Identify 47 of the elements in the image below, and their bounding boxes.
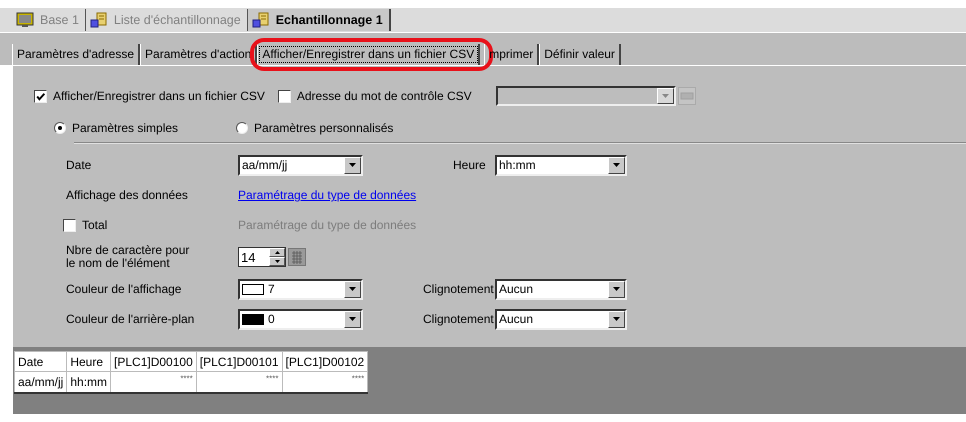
- checkbox-label: Adresse du mot de contrôle CSV: [296, 89, 472, 103]
- number-spinner[interactable]: 14: [238, 247, 286, 267]
- column-header: Date: [14, 352, 67, 372]
- data-type-link[interactable]: Paramétrage du type de données: [238, 188, 423, 202]
- caret-icon: [613, 287, 620, 291]
- caret-icon: [613, 317, 620, 321]
- blink-dropdown[interactable]: Aucun: [495, 278, 627, 300]
- field-label: Nbre de caractère pour le nom de l'élément: [66, 244, 190, 270]
- checkbox[interactable]: [34, 90, 47, 102]
- radio-button[interactable]: [54, 122, 66, 134]
- down-arrow-icon[interactable]: [274, 260, 280, 263]
- caret-icon: [349, 287, 356, 291]
- field-label: Affichage des données: [66, 188, 189, 202]
- checkbox[interactable]: [278, 90, 291, 102]
- column-header: [PLC1]D00102: [282, 352, 368, 372]
- up-arrow-icon[interactable]: [274, 251, 280, 254]
- checkbox-label: Total: [82, 218, 108, 232]
- table-cell: aa/mm/jj: [14, 372, 67, 393]
- time-format-dropdown[interactable]: hh:mm: [495, 154, 627, 176]
- checkbox-label: Afficher/Enregistrer dans un fichier CSV: [53, 89, 265, 103]
- radio-label: Paramètres personnalisés: [254, 121, 394, 135]
- field-label: Couleur de l'affichage: [66, 282, 182, 296]
- column-header: [PLC1]D00101: [196, 352, 282, 372]
- document-chart-icon: [252, 12, 270, 28]
- caret-icon: [613, 163, 620, 167]
- field-label: Couleur de l'arrière-plan: [66, 312, 196, 326]
- caret-icon: [662, 94, 669, 98]
- column-header: Heure: [66, 352, 111, 372]
- field-label: Date: [66, 158, 92, 172]
- caret-icon: [349, 317, 356, 321]
- field-label: Clignotement: [423, 282, 495, 296]
- radio-label: Paramètres simples: [72, 121, 178, 135]
- keypad-icon[interactable]: [288, 248, 306, 266]
- column-header: [PLC1]D00100: [110, 352, 196, 372]
- checkbox[interactable]: [63, 218, 76, 232]
- radio-button[interactable]: [236, 122, 248, 134]
- document-tab[interactable]: Echantillonnage 1: [248, 9, 391, 31]
- date-format-dropdown[interactable]: aa/mm/jj: [238, 154, 363, 176]
- caret-icon: [349, 163, 356, 167]
- field-label: Heure: [452, 158, 487, 172]
- color-dropdown[interactable]: 7: [238, 278, 363, 300]
- document-chart-icon: [90, 12, 108, 28]
- blink-dropdown[interactable]: Aucun: [495, 308, 627, 330]
- field-label: Clignotement: [423, 312, 495, 326]
- color-dropdown[interactable]: 0: [238, 308, 363, 330]
- data-type-setting: Paramétrage du type de données: [238, 218, 418, 232]
- monitor-icon: [16, 12, 34, 28]
